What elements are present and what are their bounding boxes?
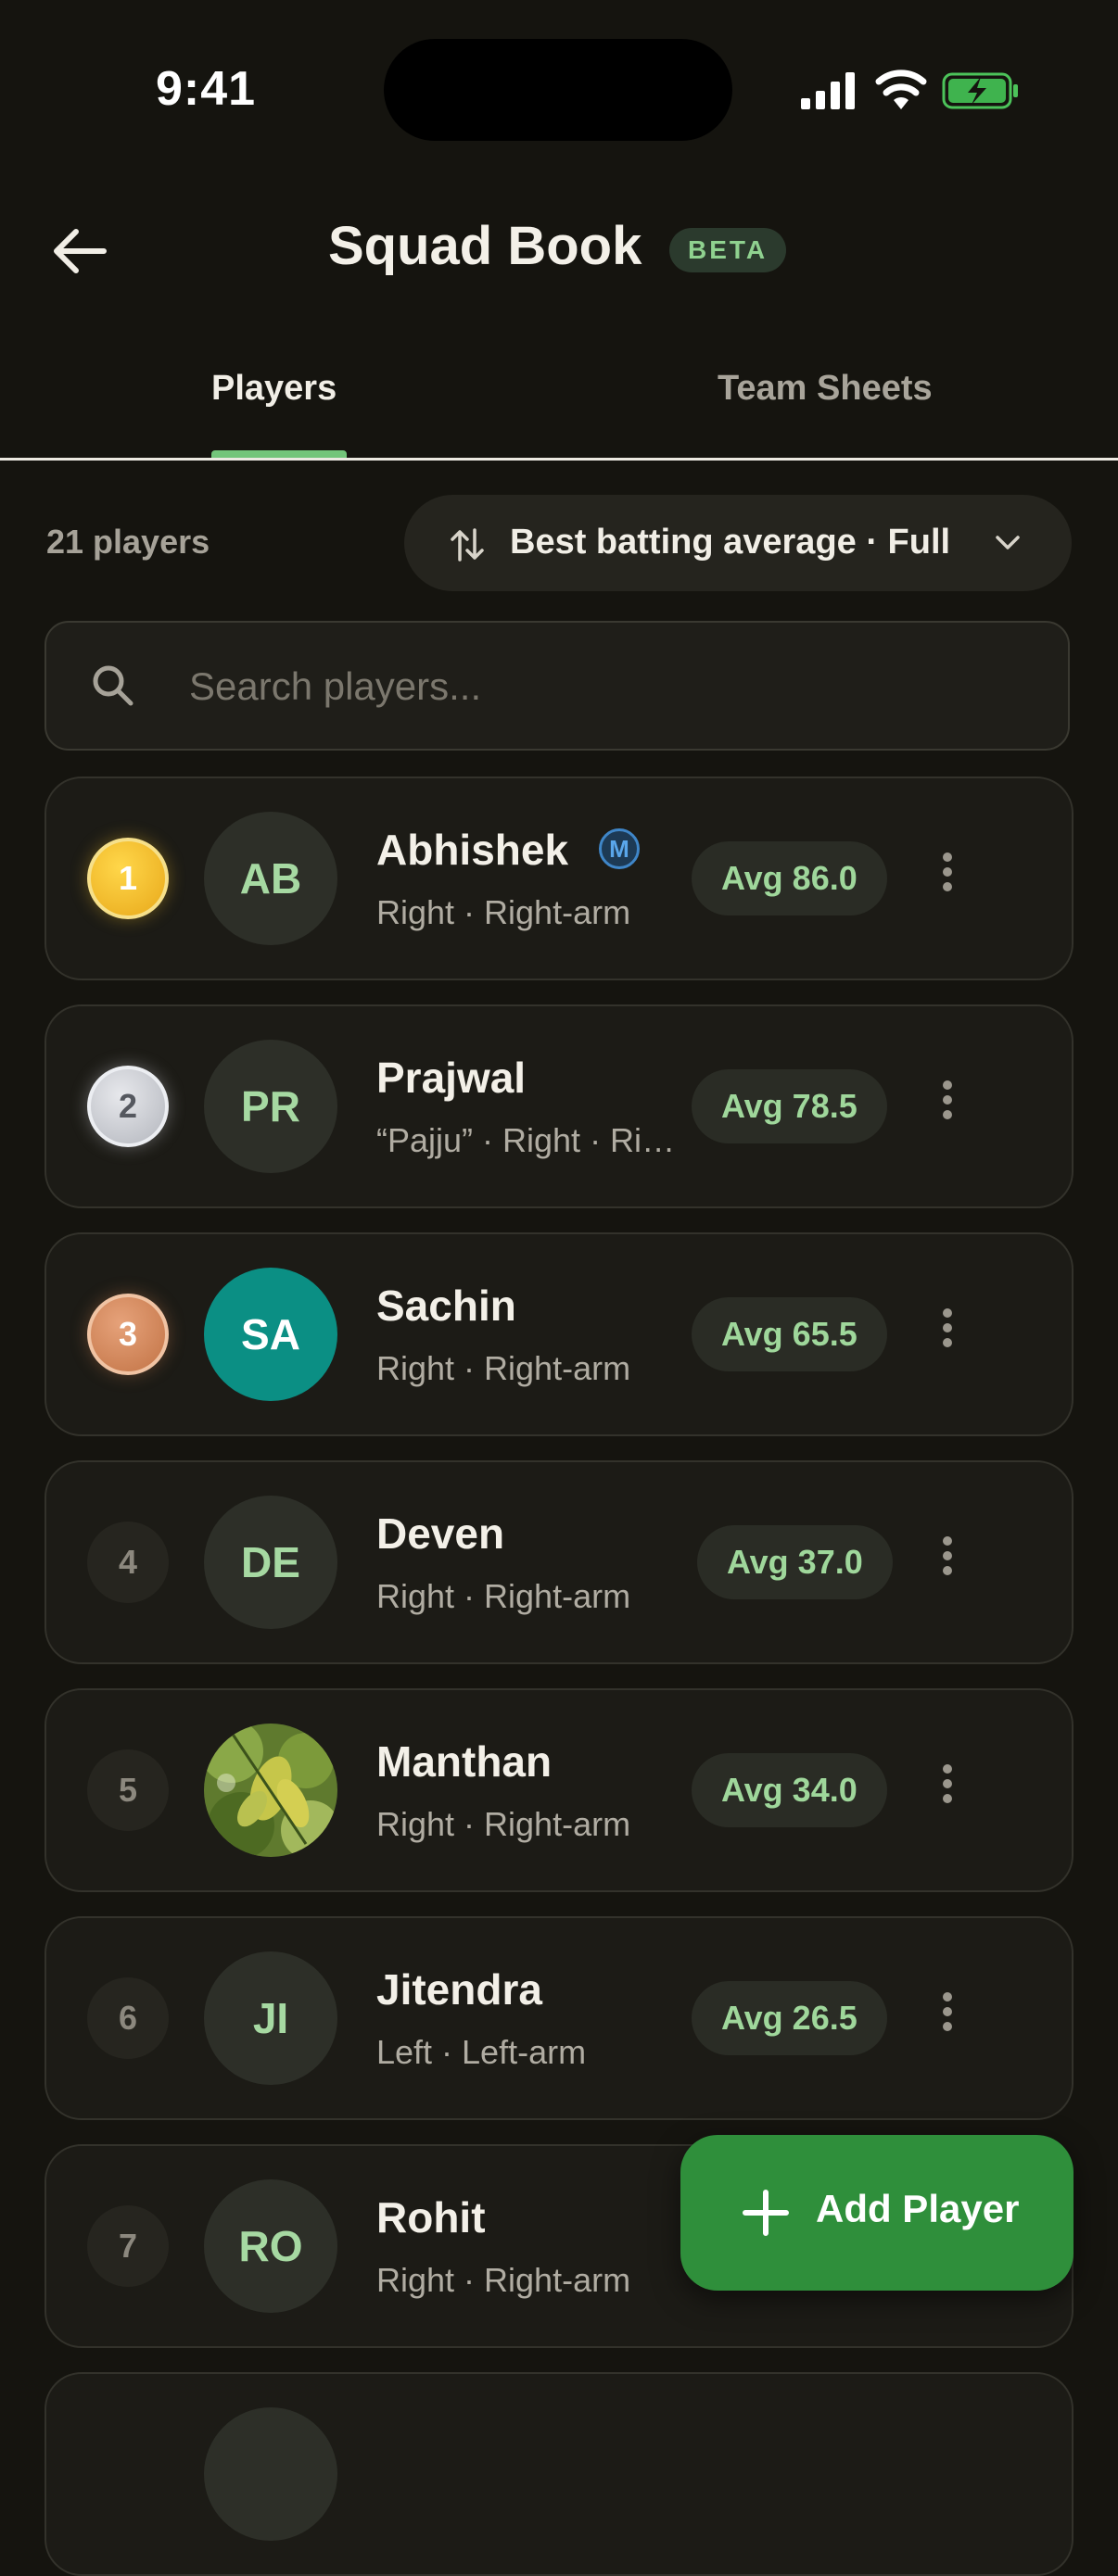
player-name: Deven	[376, 1509, 505, 1558]
more-options-icon[interactable]	[940, 1531, 955, 1597]
rank-badge: 5	[87, 1749, 169, 1831]
avg-chip: Avg 26.5	[692, 1981, 887, 2055]
avg-chip: Avg 86.0	[692, 841, 887, 915]
player-subtitle: Right · Right-arm	[376, 893, 631, 931]
search-box[interactable]	[44, 621, 1070, 751]
avatar: DE	[204, 1496, 337, 1629]
avatar: AB	[204, 812, 337, 945]
player-name: Prajwal	[376, 1054, 527, 1102]
player-count: 21 players	[46, 523, 210, 561]
avatar: RO	[204, 2179, 337, 2313]
leaf-photo	[204, 1724, 337, 1857]
player-card-sachin[interactable]: 3 SA Sachin Right · Right-arm Avg 65.5	[44, 1232, 1074, 1436]
rank-badge-silver: 2	[87, 1066, 169, 1147]
member-badge: M	[599, 828, 640, 869]
player-card-manthan[interactable]: 5 Manthan Right · Right-arm Avg 34.0	[44, 1688, 1074, 1892]
avg-chip: Avg 78.5	[692, 1069, 887, 1143]
player-subtitle: Right · Right-arm	[376, 1577, 631, 1615]
rank-badge-bronze: 3	[87, 1294, 169, 1375]
player-card-partial[interactable]	[44, 2372, 1074, 2576]
beta-badge: BETA	[669, 228, 787, 272]
player-name: Manthan	[376, 1737, 553, 1786]
rank-badge: 6	[87, 1977, 169, 2059]
cellular-signal-icon	[801, 72, 855, 109]
player-name: Abhishek	[376, 826, 569, 874]
player-card-jitendra[interactable]: 6 JI Jitendra Left · Left-arm Avg 26.5	[44, 1916, 1074, 2120]
player-card-deven[interactable]: 4 DE Deven Right · Right-arm Avg 37.0	[44, 1460, 1074, 1664]
page-title: Squad Book	[328, 216, 642, 276]
add-player-button[interactable]: Add Player	[680, 2135, 1074, 2291]
avatar: SA	[204, 1268, 337, 1401]
sort-label: Best batting average · Full	[510, 523, 951, 562]
more-options-icon[interactable]	[940, 847, 955, 914]
chevron-down-icon	[996, 536, 1020, 549]
more-options-icon[interactable]	[940, 1303, 955, 1370]
tab-team-sheets[interactable]: Team Sheets	[718, 369, 933, 409]
search-input[interactable]	[187, 656, 1025, 717]
avatar: JI	[204, 1951, 337, 2085]
more-options-icon[interactable]	[940, 1987, 955, 2053]
back-arrow-icon[interactable]	[48, 221, 109, 282]
avg-chip: Avg 37.0	[697, 1525, 893, 1599]
player-card-abhishek[interactable]: 1 AB Abhishek M Right · Right-arm Avg 86…	[44, 777, 1074, 980]
sort-arrows-icon	[451, 528, 484, 562]
tab-players[interactable]: Players	[211, 369, 337, 409]
player-name: Sachin	[376, 1282, 516, 1330]
avg-chip: Avg 65.5	[692, 1297, 887, 1371]
tab-divider	[0, 458, 1118, 461]
active-tab-indicator	[211, 450, 347, 458]
add-player-label: Add Player	[816, 2187, 1020, 2230]
player-subtitle: Right · Right-arm	[376, 1349, 631, 1387]
player-name: Rohit	[376, 2193, 486, 2241]
avatar: PR	[204, 1040, 337, 1173]
more-options-icon[interactable]	[940, 1759, 955, 1825]
avatar	[204, 2407, 337, 2541]
sort-dropdown[interactable]: Best batting average · Full	[404, 495, 1072, 591]
player-subtitle: Right · Right-arm	[376, 1805, 631, 1843]
player-card-prajwal[interactable]: 2 PR Prajwal “Pajju” · Right · Right-arm…	[44, 1004, 1074, 1208]
search-icon	[93, 665, 133, 706]
wifi-icon	[875, 69, 927, 109]
rank-badge-gold: 1	[87, 838, 169, 919]
rank-badge: 4	[87, 1522, 169, 1603]
plus-icon	[743, 2190, 789, 2236]
player-subtitle: Left · Left-arm	[376, 2033, 587, 2071]
player-subtitle: “Pajju” · Right · Right-arm	[376, 1121, 692, 1159]
battery-charging-icon	[942, 72, 1018, 109]
dynamic-island	[384, 39, 732, 141]
status-bar: 9:41	[0, 0, 1118, 176]
player-name: Jitendra	[376, 1965, 542, 2014]
rank-badge: 7	[87, 2205, 169, 2287]
status-time: 9:41	[156, 62, 257, 116]
avg-chip: Avg 34.0	[692, 1753, 887, 1827]
avatar-photo	[204, 1724, 337, 1857]
more-options-icon[interactable]	[940, 1075, 955, 1142]
player-subtitle: Right · Right-arm	[376, 2261, 631, 2299]
